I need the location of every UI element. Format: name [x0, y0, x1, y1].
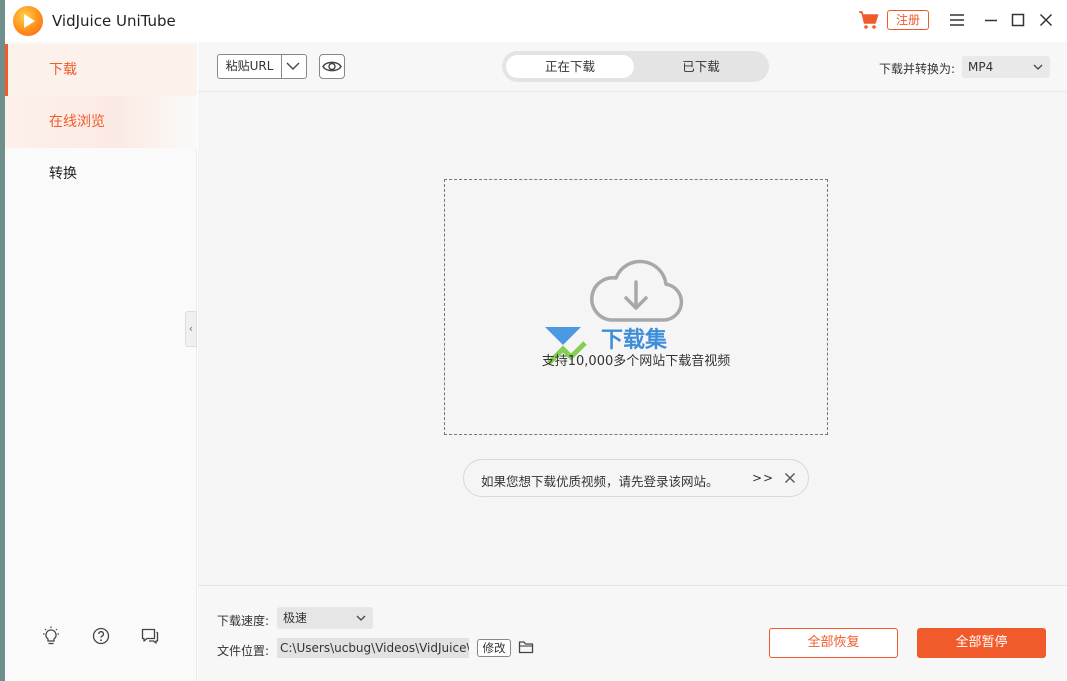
- chevron-down-icon[interactable]: [284, 59, 302, 73]
- title-bar: VidJuice UniTube 注册: [5, 0, 1067, 42]
- chevron-down-icon: [1033, 64, 1043, 70]
- close-icon[interactable]: [1038, 12, 1054, 28]
- app-logo-icon: [13, 6, 43, 36]
- paste-url-button[interactable]: 粘贴URL: [217, 54, 307, 79]
- download-tabs: 正在下载 已下载: [502, 51, 769, 82]
- speed-label: 下载速度:: [217, 614, 270, 628]
- sidebar-item-online-browse[interactable]: 在线浏览: [5, 96, 197, 148]
- preview-button[interactable]: [319, 54, 345, 79]
- tab-downloading[interactable]: 正在下载: [506, 55, 634, 78]
- register-button[interactable]: 注册: [887, 10, 929, 30]
- help-icon[interactable]: [91, 626, 111, 646]
- format-value: MP4: [968, 60, 994, 74]
- close-icon[interactable]: [784, 472, 796, 484]
- cart-icon[interactable]: [858, 10, 880, 30]
- feedback-icon[interactable]: [140, 626, 160, 646]
- sidebar-item-download[interactable]: 下载: [5, 44, 197, 96]
- eye-icon: [322, 61, 342, 72]
- footer: 下载速度: 极速 文件位置: C:\Users\ucbug\Videos\Vid…: [198, 585, 1067, 681]
- convert-label: 下载并转换为:: [879, 62, 956, 76]
- sidebar: 下载 在线浏览 转换 ‹: [5, 42, 197, 681]
- resume-all-button[interactable]: 全部恢复: [769, 628, 898, 658]
- speed-value: 极速: [283, 611, 308, 625]
- format-select[interactable]: MP4: [962, 56, 1050, 78]
- toolbar: 粘贴URL 正在下载 已下载 下载并转换为: MP4: [198, 42, 1067, 92]
- sidebar-collapse-handle[interactable]: ‹: [185, 311, 197, 347]
- app-window: VidJuice UniTube 注册 下载 在线浏览 转换 ‹ 粘贴URL 正…: [5, 0, 1067, 681]
- location-label: 文件位置:: [217, 644, 270, 658]
- app-title: VidJuice UniTube: [52, 12, 176, 30]
- lightbulb-icon[interactable]: [41, 626, 61, 646]
- login-hint-bar: 如果您想下载优质视频，请先登录该网站。 >>: [463, 459, 809, 497]
- paste-url-label: 粘贴URL: [218, 55, 282, 78]
- chevron-down-icon: [356, 615, 366, 621]
- hint-more-link[interactable]: >>: [752, 471, 774, 485]
- drop-zone[interactable]: 下载集 支持10,000多个网站下载音视频: [444, 179, 828, 435]
- location-path-field[interactable]: C:\Users\ucbug\Videos\VidJuice\: [277, 638, 469, 658]
- menu-icon[interactable]: [949, 12, 965, 28]
- maximize-icon[interactable]: [1010, 12, 1026, 28]
- hint-text: 如果您想下载优质视频，请先登录该网站。: [481, 474, 719, 489]
- pause-all-button[interactable]: 全部暂停: [917, 628, 1046, 658]
- folder-icon[interactable]: [518, 640, 534, 654]
- drop-zone-text: 支持10,000多个网站下载音视频: [541, 354, 731, 369]
- minimize-icon[interactable]: [983, 12, 999, 28]
- modify-location-button[interactable]: 修改: [477, 639, 511, 657]
- cloud-download-icon: [590, 259, 684, 322]
- main-panel: 粘贴URL 正在下载 已下载 下载并转换为: MP4 下载集 支持10,000多…: [198, 42, 1067, 681]
- speed-select[interactable]: 极速: [277, 607, 373, 629]
- tab-downloaded[interactable]: 已下载: [637, 55, 765, 78]
- sidebar-item-convert[interactable]: 转换: [5, 148, 197, 200]
